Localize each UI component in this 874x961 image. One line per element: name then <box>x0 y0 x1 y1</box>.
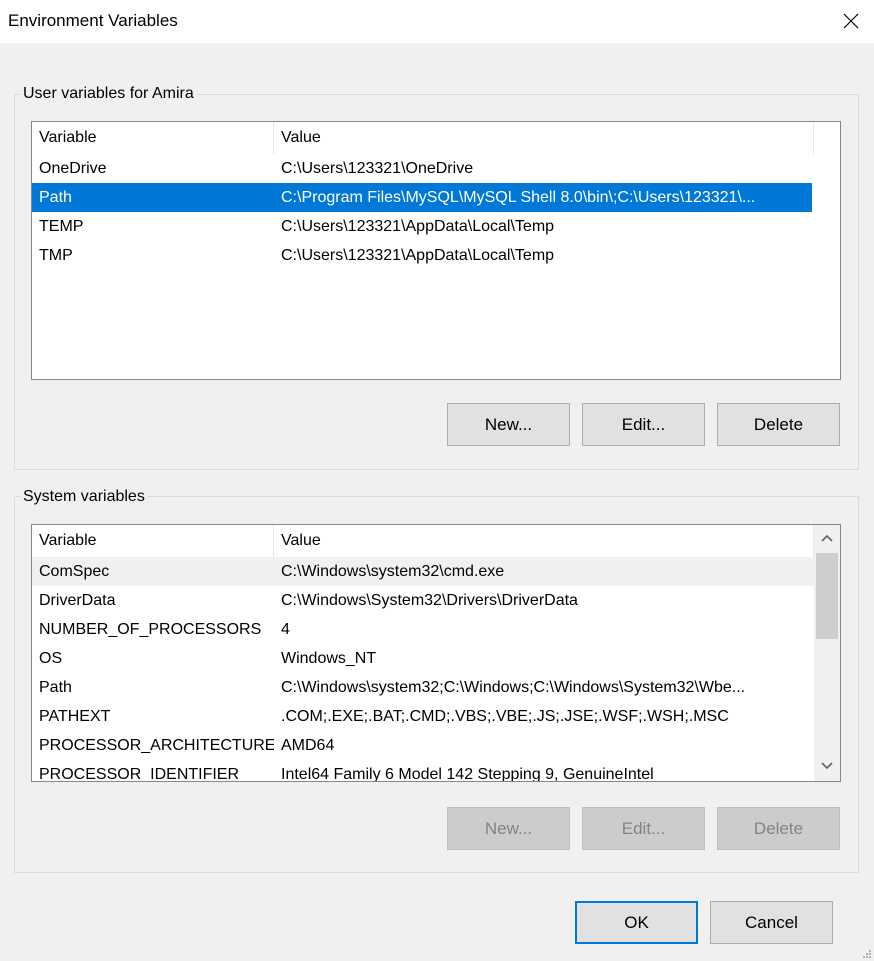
variable-value-cell: C:\Program Files\MySQL\MySQL Shell 8.0\b… <box>281 189 756 206</box>
variable-value-cell: C:\Windows\system32\cmd.exe <box>281 563 505 580</box>
variable-value-cell: C:\Users\123321\AppData\Local\Temp <box>281 247 555 264</box>
scroll-up-button[interactable] <box>814 525 840 553</box>
list-header: Variable Value <box>32 122 840 154</box>
table-row[interactable]: OneDrive C:\Users\123321\OneDrive <box>32 154 812 183</box>
table-row[interactable]: PROCESSOR_ARCHITECTURE AMD64 <box>32 731 814 760</box>
chevron-up-icon <box>821 534 833 542</box>
table-row[interactable]: TMP C:\Users\123321\AppData\Local\Temp <box>32 241 812 270</box>
resize-grip-icon[interactable] <box>860 947 872 959</box>
column-header-variable[interactable]: Variable <box>32 122 274 154</box>
variable-name-cell: OS <box>39 650 63 667</box>
variable-name-cell: Path <box>39 189 72 206</box>
user-new-button[interactable]: New... <box>447 403 570 446</box>
variable-value-cell: .COM;.EXE;.BAT;.CMD;.VBS;.VBE;.JS;.JSE;.… <box>281 708 729 725</box>
variable-name-cell: NUMBER_OF_PROCESSORS <box>39 621 262 638</box>
variable-value-cell: AMD64 <box>281 737 335 754</box>
variable-name-cell: PROCESSOR_IDENTIFIER <box>39 766 240 782</box>
variable-value-cell: C:\Users\123321\AppData\Local\Temp <box>281 218 555 235</box>
variable-name-cell: OneDrive <box>39 160 107 177</box>
column-header-variable[interactable]: Variable <box>32 525 274 557</box>
table-row[interactable]: TEMP C:\Users\123321\AppData\Local\Temp <box>32 212 812 241</box>
user-edit-button[interactable]: Edit... <box>582 403 705 446</box>
table-row[interactable]: Path C:\Program Files\MySQL\MySQL Shell 8… <box>32 183 812 212</box>
column-header-value[interactable]: Value <box>274 525 814 557</box>
user-delete-button[interactable]: Delete <box>717 403 840 446</box>
table-row[interactable]: PATHEXT .COM;.EXE;.BAT;.CMD;.VBS;.VBE;.JS… <box>32 702 814 731</box>
system-variables-rows: ComSpec C:\Windows\system32\cmd.exe Driver… <box>32 557 814 782</box>
vertical-scrollbar[interactable] <box>814 525 840 781</box>
variable-value-cell: C:\Users\123321\OneDrive <box>281 160 474 177</box>
table-row[interactable]: Path C:\Windows\system32;C:\Windows;C:\Wi… <box>32 673 814 702</box>
variable-name-cell: TMP <box>39 247 73 264</box>
table-row[interactable]: OS Windows_NT <box>32 644 814 673</box>
table-row[interactable]: NUMBER_OF_PROCESSORS 4 <box>32 615 814 644</box>
user-variables-rows: OneDrive C:\Users\123321\OneDrive Path C:\P… <box>32 154 812 270</box>
chevron-down-icon <box>821 762 833 770</box>
variable-value-cell: 4 <box>281 621 290 638</box>
user-variables-label: User variables for Amira <box>21 85 196 103</box>
variable-value-cell: C:\Windows\system32;C:\Windows;C:\Window… <box>281 679 746 696</box>
variable-name-cell: ComSpec <box>39 563 110 580</box>
user-variables-list[interactable]: Variable Value OneDrive C:\Users\123321\O… <box>31 121 841 380</box>
system-variables-label: System variables <box>21 488 147 506</box>
variable-name-cell: Path <box>39 679 72 696</box>
table-row[interactable]: ComSpec C:\Windows\system32\cmd.exe <box>32 557 814 586</box>
system-new-button: New... <box>447 807 570 850</box>
list-header: Variable Value <box>32 525 814 557</box>
close-icon <box>843 13 859 29</box>
variable-value-cell: C:\Windows\System32\Drivers\DriverData <box>281 592 578 609</box>
ok-button[interactable]: OK <box>575 901 698 944</box>
system-variables-list[interactable]: Variable Value ComSpec C:\Windows\system3… <box>31 524 841 782</box>
variable-value-cell: Windows_NT <box>281 650 377 667</box>
variable-name-cell: DriverData <box>39 592 116 609</box>
system-delete-button: Delete <box>717 807 840 850</box>
table-row[interactable]: DriverData C:\Windows\System32\Drivers\Dr… <box>32 586 814 615</box>
variable-name-cell: PATHEXT <box>39 708 111 725</box>
column-header-value[interactable]: Value <box>274 122 814 154</box>
system-edit-button: Edit... <box>582 807 705 850</box>
variable-name-cell: PROCESSOR_ARCHITECTURE <box>39 737 274 754</box>
close-button[interactable] <box>828 0 874 43</box>
scrollbar-thumb[interactable] <box>816 553 838 639</box>
scroll-down-button[interactable] <box>814 753 840 781</box>
table-row[interactable]: PROCESSOR_IDENTIFIER Intel64 Family 6 Mod… <box>32 760 814 782</box>
variable-value-cell: Intel64 Family 6 Model 142 Stepping 9, G… <box>281 766 654 782</box>
title-bar: Environment Variables <box>0 0 874 43</box>
window-title: Environment Variables <box>8 11 178 30</box>
variable-name-cell: TEMP <box>39 218 84 235</box>
cancel-button[interactable]: Cancel <box>710 901 833 944</box>
